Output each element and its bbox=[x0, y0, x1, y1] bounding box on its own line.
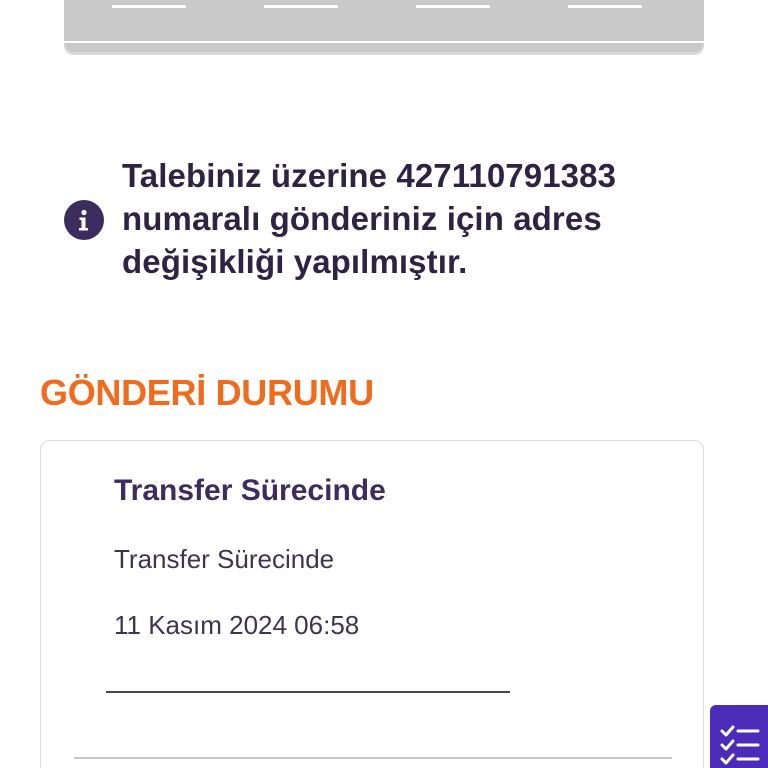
road-edge-line bbox=[64, 41, 704, 43]
status-card: Transfer Sürecinde Transfer Sürecinde 11… bbox=[40, 440, 704, 768]
notice-message: Talebiniz üzerine 427110791383 numaralı … bbox=[122, 157, 617, 280]
status-datetime: 11 Kasım 2024 06:58 bbox=[114, 610, 360, 640]
divider bbox=[74, 757, 672, 759]
checklist-icon bbox=[720, 725, 760, 765]
road-lane-mark bbox=[264, 5, 338, 8]
divider bbox=[106, 691, 510, 693]
section-title: GÖNDERİ DURUMU bbox=[40, 372, 374, 413]
road-lane-mark bbox=[416, 5, 490, 8]
checklist-button[interactable] bbox=[710, 705, 768, 768]
road-lane-mark bbox=[112, 5, 186, 8]
status-description: Transfer Sürecinde bbox=[114, 544, 335, 574]
road-lane-mark bbox=[568, 5, 642, 8]
info-icon bbox=[64, 200, 104, 240]
address-change-notice: Talebiniz üzerine 427110791383 numaralı … bbox=[64, 154, 704, 284]
status-title: Transfer Sürecinde bbox=[114, 474, 386, 507]
page: Talebiniz üzerine 427110791383 numaralı … bbox=[0, 0, 768, 768]
road-illustration bbox=[64, 0, 704, 52]
